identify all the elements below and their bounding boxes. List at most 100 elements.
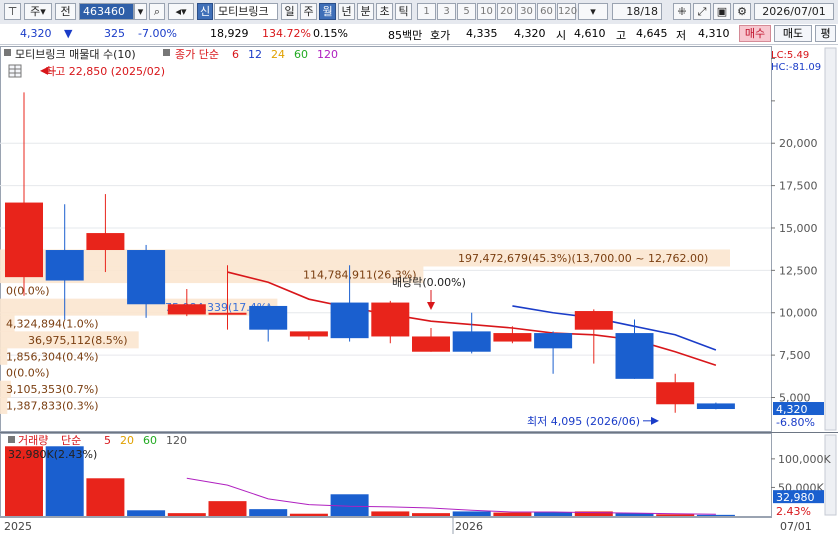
interval-button-5[interactable]: 5 — [457, 3, 476, 20]
period-tab-6[interactable]: 틱 — [395, 3, 412, 20]
candle-body — [330, 302, 369, 339]
window-icon[interactable]: ⊤ — [4, 3, 21, 20]
header-marker-icon — [4, 49, 11, 56]
price-scrollbar[interactable] — [824, 47, 837, 431]
change-percent: -7.00% — [138, 27, 177, 40]
ma-marker-icon — [163, 49, 170, 56]
period-tab-5[interactable]: 초 — [376, 3, 393, 20]
chart-svg[interactable]: 197,472,679(45.3%)(13,700.00 ~ 12,762.00… — [0, 46, 838, 538]
period-tab-4[interactable]: 분 — [357, 3, 374, 20]
high-annotation: 최고 22,850 (2025/02) — [45, 65, 165, 78]
volume-bar — [167, 513, 206, 516]
new-listing-badge: 신 — [197, 3, 213, 20]
interval-button-60[interactable]: 60 — [537, 3, 556, 20]
gear-icon[interactable]: ⚙ — [733, 3, 751, 20]
interval-button-1[interactable]: 1 — [417, 3, 436, 20]
period-tab-2[interactable]: 월 — [319, 3, 336, 20]
open-label: 시 — [556, 29, 567, 42]
volume-ma-label: 단순 — [61, 434, 81, 447]
candle-body — [615, 333, 654, 379]
candle-body — [696, 403, 735, 410]
candle-body — [208, 312, 247, 315]
ma-period-24: 24 — [271, 48, 285, 61]
period-tab-3[interactable]: 년 — [338, 3, 355, 20]
stock-code-input[interactable]: 463460 — [79, 3, 134, 20]
speaker-icon[interactable]: ◂▾ — [168, 3, 194, 20]
grid-icon[interactable]: ⁜ — [673, 3, 691, 20]
chart-area[interactable]: 197,472,679(45.3%)(13,700.00 ~ 12,762.00… — [0, 46, 838, 538]
menu-label: 주 — [30, 5, 41, 18]
y-tick-label: 10,000 — [779, 307, 818, 320]
stock-name[interactable]: 모티브링크 — [214, 3, 278, 20]
volume-tag-percent: 2.43% — [776, 505, 811, 518]
volume-ma-period-20: 20 — [120, 434, 134, 447]
volume-profile-label: 1,387,833(0.3%) — [6, 399, 99, 412]
ask-price: 4,335 — [466, 27, 498, 40]
volume-profile-label: 0(0.0%) — [6, 367, 50, 380]
sell-button[interactable]: 매도 — [774, 25, 812, 42]
y-tick-label: 17,500 — [779, 180, 818, 193]
candle-body — [574, 311, 613, 330]
volume-tick-label: 100,000K — [778, 453, 831, 466]
volume-scrollbar[interactable] — [824, 434, 837, 516]
volume-bar — [412, 513, 450, 516]
candle-body — [289, 331, 328, 337]
candle-body — [534, 333, 573, 349]
search-icon[interactable]: ⌕ — [149, 3, 165, 20]
interval-dropdown-icon[interactable]: ▾ — [578, 3, 608, 20]
volume-bar — [452, 511, 491, 516]
menu-dropdown[interactable]: 주▾ — [24, 3, 52, 20]
candle-body — [167, 304, 206, 315]
prev-button[interactable]: 전 — [55, 3, 76, 20]
quote-bar: 4,320 ▼ 325 -7.00% 18,929 134.72% 0.15% … — [0, 24, 838, 45]
y-tick-label: 20,000 — [779, 137, 818, 150]
interval-button-3[interactable]: 3 — [437, 3, 456, 20]
volume-profile-label: 0(0.0%) — [6, 285, 50, 298]
high-price: 4,645 — [636, 27, 668, 40]
volume-ratio: 134.72% — [262, 27, 311, 40]
ma-period-60: 60 — [294, 48, 308, 61]
volume-profile-label: 197,472,679(45.3%)(13,700.00 ~ 12,762.00… — [458, 252, 708, 265]
candle-body — [452, 331, 491, 352]
candle-body — [371, 302, 410, 337]
low-price: 4,310 — [698, 27, 730, 40]
volume-ma-period-5: 5 — [104, 434, 111, 447]
volume-bar — [289, 513, 328, 516]
lc-label: LC:5.49 — [771, 50, 809, 61]
candle-body — [412, 336, 450, 352]
volume-bar — [249, 509, 288, 516]
ma-period-6: 6 — [232, 48, 239, 61]
volume-bar — [371, 511, 410, 516]
ma-period-12: 12 — [248, 48, 262, 61]
resize-icon[interactable]: ⤢ — [693, 3, 711, 20]
x-label-last-date: 07/01 — [780, 520, 812, 533]
volume-bar — [86, 478, 125, 516]
low-annotation: 최저 4,095 (2026/06) — [527, 415, 640, 428]
low-label: 저 — [676, 29, 687, 42]
volume-top-value: 32,980K(2.43%) — [8, 448, 97, 461]
volume-bar — [493, 512, 532, 516]
interval-button-20[interactable]: 20 — [497, 3, 516, 20]
candle-body — [86, 233, 125, 251]
buy-button[interactable]: 매수 — [739, 25, 771, 42]
volume-profile-label: 3,105,353(0.7%) — [6, 383, 99, 396]
volume-marker-icon — [8, 436, 15, 443]
evaluate-button[interactable]: 평 — [815, 25, 836, 42]
period-tab-0[interactable]: 일 — [281, 3, 298, 20]
price-tag-percent: -6.80% — [776, 416, 815, 429]
code-dropdown-icon[interactable]: ▾ — [134, 3, 147, 20]
ask-label: 호가 — [430, 29, 451, 42]
interval-button-30[interactable]: 30 — [517, 3, 536, 20]
period-tab-1[interactable]: 주 — [300, 3, 317, 20]
interval-button-120[interactable]: 120 — [557, 3, 577, 20]
date-input[interactable]: 2026/07/01 — [754, 3, 834, 20]
high-label: 고 — [616, 29, 627, 42]
turnover-rate: 0.15% — [313, 27, 348, 40]
chart-title: 모티브링크 매물대 수(10) — [15, 48, 136, 61]
candle-body — [5, 202, 43, 278]
volume-profile-label: 4,324,894(1.0%) — [6, 318, 99, 331]
page-counter: 18/18 — [612, 3, 662, 20]
hc-label: HC:-81.09 — [771, 62, 821, 73]
interval-button-10[interactable]: 10 — [477, 3, 496, 20]
save-icon[interactable]: ▣ — [713, 3, 731, 20]
